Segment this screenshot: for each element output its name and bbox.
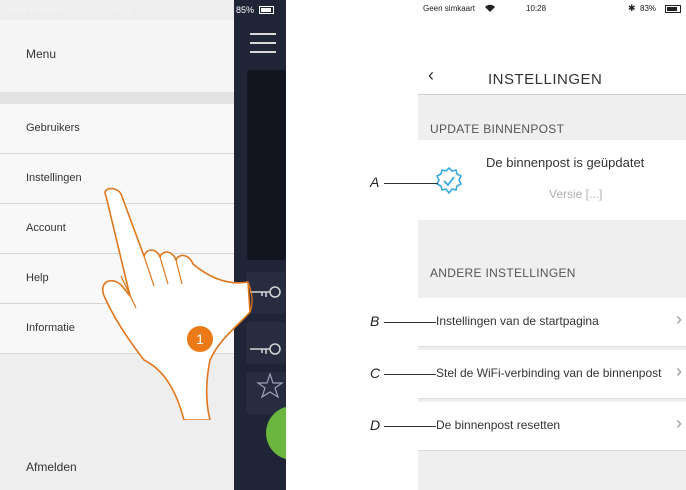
settings-row-wifi[interactable]: Stel de WiFi-verbinding van de binnenpos… xyxy=(418,350,686,399)
clock: 10:28 xyxy=(526,4,547,13)
carrier-label: Geen simkaart xyxy=(4,5,63,15)
clock: 10:25 xyxy=(110,5,133,15)
callout-b: B xyxy=(370,313,380,329)
page-title: INSTELLINGEN xyxy=(488,71,603,88)
section-header-update: UPDATE BINNENPOST xyxy=(430,122,565,136)
menu-item-label: Gebruikers xyxy=(26,122,80,134)
hamburger-line xyxy=(250,42,276,44)
battery-level: 85% xyxy=(236,5,255,15)
settings-row-label: Stel de WiFi-verbinding van de binnenpos… xyxy=(436,366,662,380)
chevron-right-icon: › xyxy=(676,361,682,381)
update-message: De binnenpost is geüpdatet xyxy=(486,155,645,170)
menu-item-label: Help xyxy=(26,272,49,284)
version-label: Versie [...] xyxy=(549,187,603,201)
callout-line xyxy=(384,426,436,427)
status-bar: Geen simkaart 10:28 ✱ 83% xyxy=(418,0,686,16)
hamburger-line xyxy=(250,33,276,35)
settings-row-label: Instellingen van de startpagina xyxy=(436,314,599,328)
section-header-other: ANDERE INSTELLINGEN xyxy=(430,266,576,280)
menu-title: Menu xyxy=(26,47,57,61)
battery-icon xyxy=(259,6,274,14)
bluetooth-icon: ✱ xyxy=(628,3,636,13)
chevron-right-icon: › xyxy=(676,413,682,433)
battery-level: 83% xyxy=(640,4,657,13)
logout-button[interactable]: Afmelden xyxy=(26,460,77,474)
callout-line xyxy=(384,374,436,375)
update-status-row: De binnenpost is geüpdatet Versie [...] xyxy=(418,140,686,220)
back-button[interactable]: ‹ xyxy=(428,66,434,84)
chevron-right-icon: › xyxy=(676,309,682,329)
nav-bar: ‹ INSTELLINGEN xyxy=(418,16,686,95)
callout-d: D xyxy=(370,417,381,433)
right-phone-screen: Geen simkaart 10:28 ✱ 83% ‹ INSTELLINGEN… xyxy=(418,0,686,490)
status-bar: Geen simkaart 10:25 85% xyxy=(0,0,286,20)
gear-check-icon xyxy=(436,167,462,194)
callout-a: A xyxy=(370,174,380,190)
step-badge: 1 xyxy=(187,326,213,352)
left-phone-screen: Menu Gebruikers Instellingen Account Hel… xyxy=(0,0,286,490)
hamburger-line xyxy=(250,51,276,53)
callout-line xyxy=(384,183,438,184)
settings-row-reset[interactable]: De binnenpost resetten › xyxy=(418,402,686,451)
battery-icon xyxy=(665,5,681,13)
settings-row-label: De binnenpost resetten xyxy=(436,418,561,432)
callout-line xyxy=(384,322,436,323)
hand-tap-icon xyxy=(102,187,253,420)
carrier-label: Geen simkaart xyxy=(423,4,476,13)
wifi-icon xyxy=(484,4,496,15)
callout-c: C xyxy=(370,365,381,381)
menu-item-gebruikers[interactable]: Gebruikers xyxy=(0,104,234,154)
settings-row-homepage[interactable]: Instellingen van de startpagina › xyxy=(418,298,686,347)
